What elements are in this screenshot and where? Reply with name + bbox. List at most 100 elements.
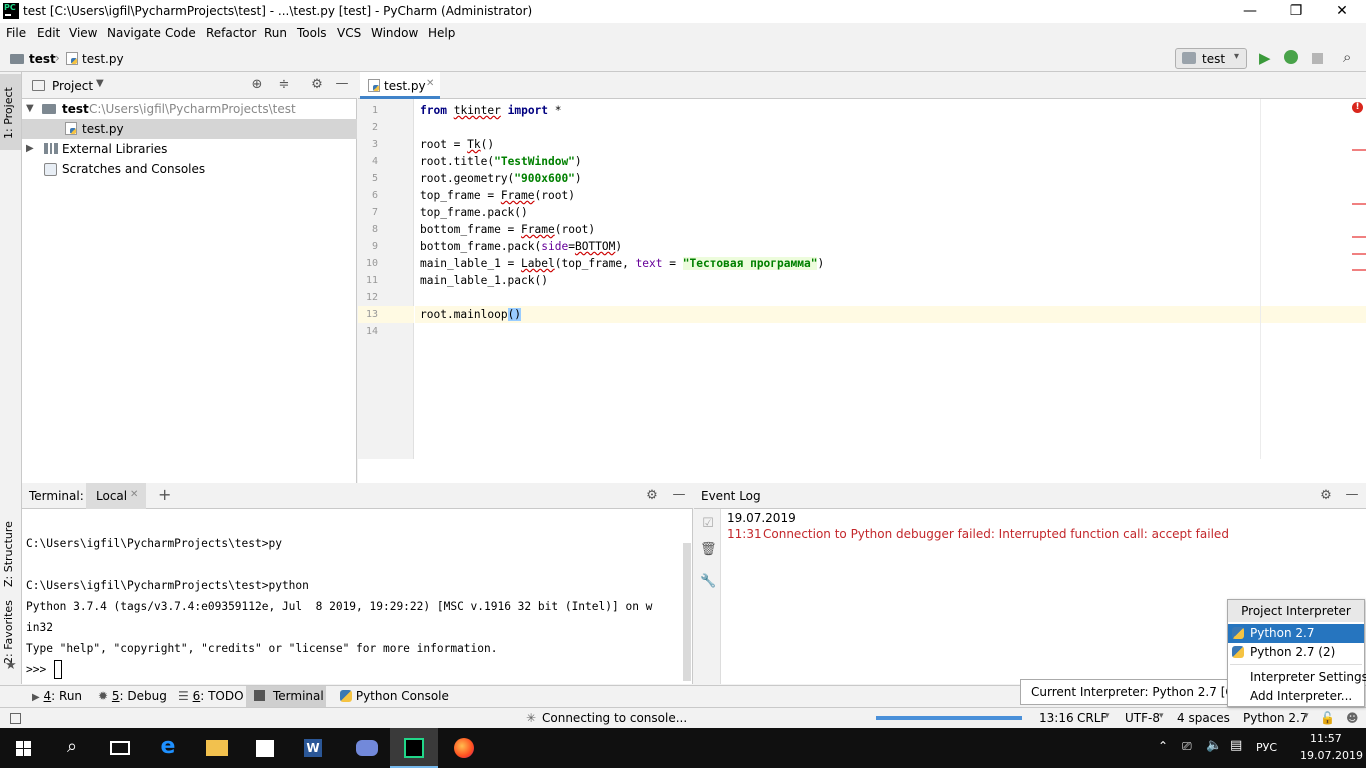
network-icon[interactable]: ⎚ (1182, 739, 1192, 754)
clock-date[interactable]: 19.07.2019 (1300, 749, 1363, 762)
language-indicator[interactable]: РУС (1256, 741, 1277, 754)
clock-time[interactable]: 11:57 (1310, 732, 1342, 745)
windows-start-icon[interactable] (0, 728, 48, 768)
run-config-selector[interactable]: test ▾ (1175, 48, 1247, 69)
popup-item-python27[interactable]: Python 2.7 (1228, 624, 1364, 643)
wrench-icon[interactable]: 🔧 (700, 574, 716, 589)
tab-label: : Debug (119, 689, 167, 703)
search-icon[interactable]: ⌕ (1343, 48, 1351, 66)
error-stripe-mark[interactable] (1352, 253, 1366, 255)
minimize-button[interactable]: — (1227, 0, 1273, 23)
chevron-down-icon[interactable]: ▾ (1304, 711, 1309, 721)
indent-setting[interactable]: 4 spaces (1177, 711, 1230, 725)
debug-bug-icon[interactable] (1284, 50, 1298, 64)
gear-icon[interactable]: ⚙ (644, 488, 660, 503)
python-console-tool-tab[interactable]: Python Console (340, 689, 449, 703)
tree-item-test-py[interactable]: test.py (22, 119, 357, 139)
popup-item-python27-2[interactable]: Python 2.7 (2) (1228, 643, 1364, 662)
close-button[interactable]: ✕ (1319, 0, 1365, 23)
menu-help[interactable]: Help (428, 26, 455, 40)
add-tab-icon[interactable]: + (158, 485, 171, 504)
menu-refactor[interactable]: Refactor (206, 26, 256, 40)
pycharm-taskbar-icon[interactable] (390, 728, 438, 768)
stop-icon[interactable] (1312, 53, 1323, 64)
todo-tool-tab[interactable]: ☰ 6: TODO (178, 689, 244, 703)
editor-tab-test-py[interactable]: test.py ✕ (360, 72, 440, 99)
line-separator[interactable]: CRLF (1077, 711, 1107, 725)
mark-read-icon[interactable]: ☑ (700, 516, 716, 531)
file-encoding[interactable]: UTF-8 (1125, 711, 1160, 725)
error-stripe-mark[interactable] (1352, 269, 1366, 271)
run-tool-tab[interactable]: ▶ 4: Run (32, 689, 82, 703)
error-stripe-mark[interactable] (1352, 236, 1366, 238)
menu-tools[interactable]: Tools (297, 26, 327, 40)
inspector-icon[interactable]: ☻ (1346, 711, 1359, 725)
search-icon[interactable]: ⌕ (48, 728, 96, 768)
close-tab-icon[interactable]: ✕ (130, 489, 138, 500)
menu-edit[interactable]: Edit (37, 26, 60, 40)
interpreter-selector[interactable]: Python 2.7 (1243, 711, 1308, 725)
trash-icon[interactable]: 🗑 (700, 542, 717, 557)
chevron-down-icon[interactable]: ▼ (26, 99, 34, 119)
code-token: root.mainloop (420, 308, 508, 321)
store-icon[interactable] (240, 728, 288, 768)
menu-vcs[interactable]: VCS (337, 26, 361, 40)
word-icon[interactable]: W (288, 728, 336, 768)
breadcrumb-file[interactable]: test.py (82, 52, 124, 66)
project-panel-title[interactable]: Project (52, 79, 93, 93)
tree-item-project-root[interactable]: ▼ test C:\Users\igfil\PycharmProjects\te… (22, 99, 357, 119)
menu-view[interactable]: View (69, 26, 97, 40)
code-content[interactable]: from tkinter import * root = Tk() root.t… (358, 102, 1358, 462)
caret-position[interactable]: 13:16 (1039, 711, 1074, 725)
menu-navigate[interactable]: Navigate (107, 26, 161, 40)
file-explorer-icon[interactable] (192, 728, 240, 768)
firefox-icon[interactable] (440, 728, 488, 768)
terminal-scrollbar[interactable] (683, 543, 691, 681)
discord-icon[interactable] (342, 728, 390, 768)
tree-item-external-libraries[interactable]: ▶ External Libraries (22, 139, 357, 159)
chevron-down-icon[interactable]: ▾ (1159, 711, 1164, 721)
breadcrumb-project[interactable]: test (29, 52, 56, 66)
locate-target-icon[interactable]: ⊕ (249, 77, 265, 92)
menu-window[interactable]: Window (371, 26, 418, 40)
gear-icon[interactable]: ⚙ (309, 77, 325, 92)
error-indicator-icon[interactable]: ! (1352, 102, 1363, 113)
code-token: root = (420, 138, 468, 151)
chevron-right-icon[interactable]: ▶ (26, 139, 34, 159)
project-tool-tab[interactable]: 1: Project (0, 74, 21, 150)
event-message[interactable]: Connection to Python debugger failed: In… (763, 527, 1229, 541)
edge-icon[interactable]: e (144, 728, 192, 768)
tree-item-scratches[interactable]: Scratches and Consoles (22, 159, 357, 179)
collapse-all-icon[interactable]: ≑ (276, 77, 292, 92)
menu-run[interactable]: Run (264, 26, 287, 40)
favorites-tab[interactable]: 2: Favorites (2, 597, 20, 667)
hide-panel-icon[interactable]: — (1344, 487, 1360, 502)
gear-icon[interactable]: ⚙ (1318, 488, 1334, 503)
chevron-down-icon[interactable]: ▼ (96, 78, 104, 89)
error-stripe-mark[interactable] (1352, 149, 1366, 151)
hide-panel-icon[interactable]: — (671, 487, 687, 502)
lock-icon[interactable]: 🔓 (1320, 711, 1335, 725)
structure-tab[interactable]: Z: Structure (2, 504, 20, 604)
error-stripe-mark[interactable] (1352, 203, 1366, 205)
toggle-tool-windows-icon[interactable] (10, 713, 21, 724)
maximize-button[interactable]: ❐ (1273, 0, 1319, 23)
bug-icon: ✹ (98, 689, 109, 703)
debug-tool-tab[interactable]: ✹ 5: Debug (98, 689, 167, 703)
terminal-output[interactable]: C:\Users\igfil\PycharmProjects\test>py C… (22, 509, 681, 684)
notification-icon[interactable]: ▤ (1230, 738, 1242, 753)
menu-code[interactable]: Code (165, 26, 196, 40)
volume-icon[interactable]: 🔈 (1206, 738, 1222, 753)
chevron-down-icon[interactable]: ▾ (1105, 711, 1110, 721)
close-tab-icon[interactable]: ✕ (426, 78, 434, 89)
terminal-tool-tab[interactable]: Terminal (246, 686, 326, 707)
add-interpreter-item[interactable]: Add Interpreter... (1250, 689, 1352, 703)
chevron-up-icon[interactable]: ⌃ (1158, 739, 1168, 753)
task-view-icon[interactable] (96, 728, 144, 768)
run-icon[interactable]: ▶ (1259, 49, 1271, 67)
hide-panel-icon[interactable]: — (334, 76, 350, 91)
terminal-tab-label: Local (96, 489, 128, 503)
terminal-tab-local[interactable]: Local ✕ (86, 483, 146, 509)
interpreter-settings-item[interactable]: Interpreter Settings... (1250, 670, 1366, 684)
menu-file[interactable]: File (6, 26, 26, 40)
